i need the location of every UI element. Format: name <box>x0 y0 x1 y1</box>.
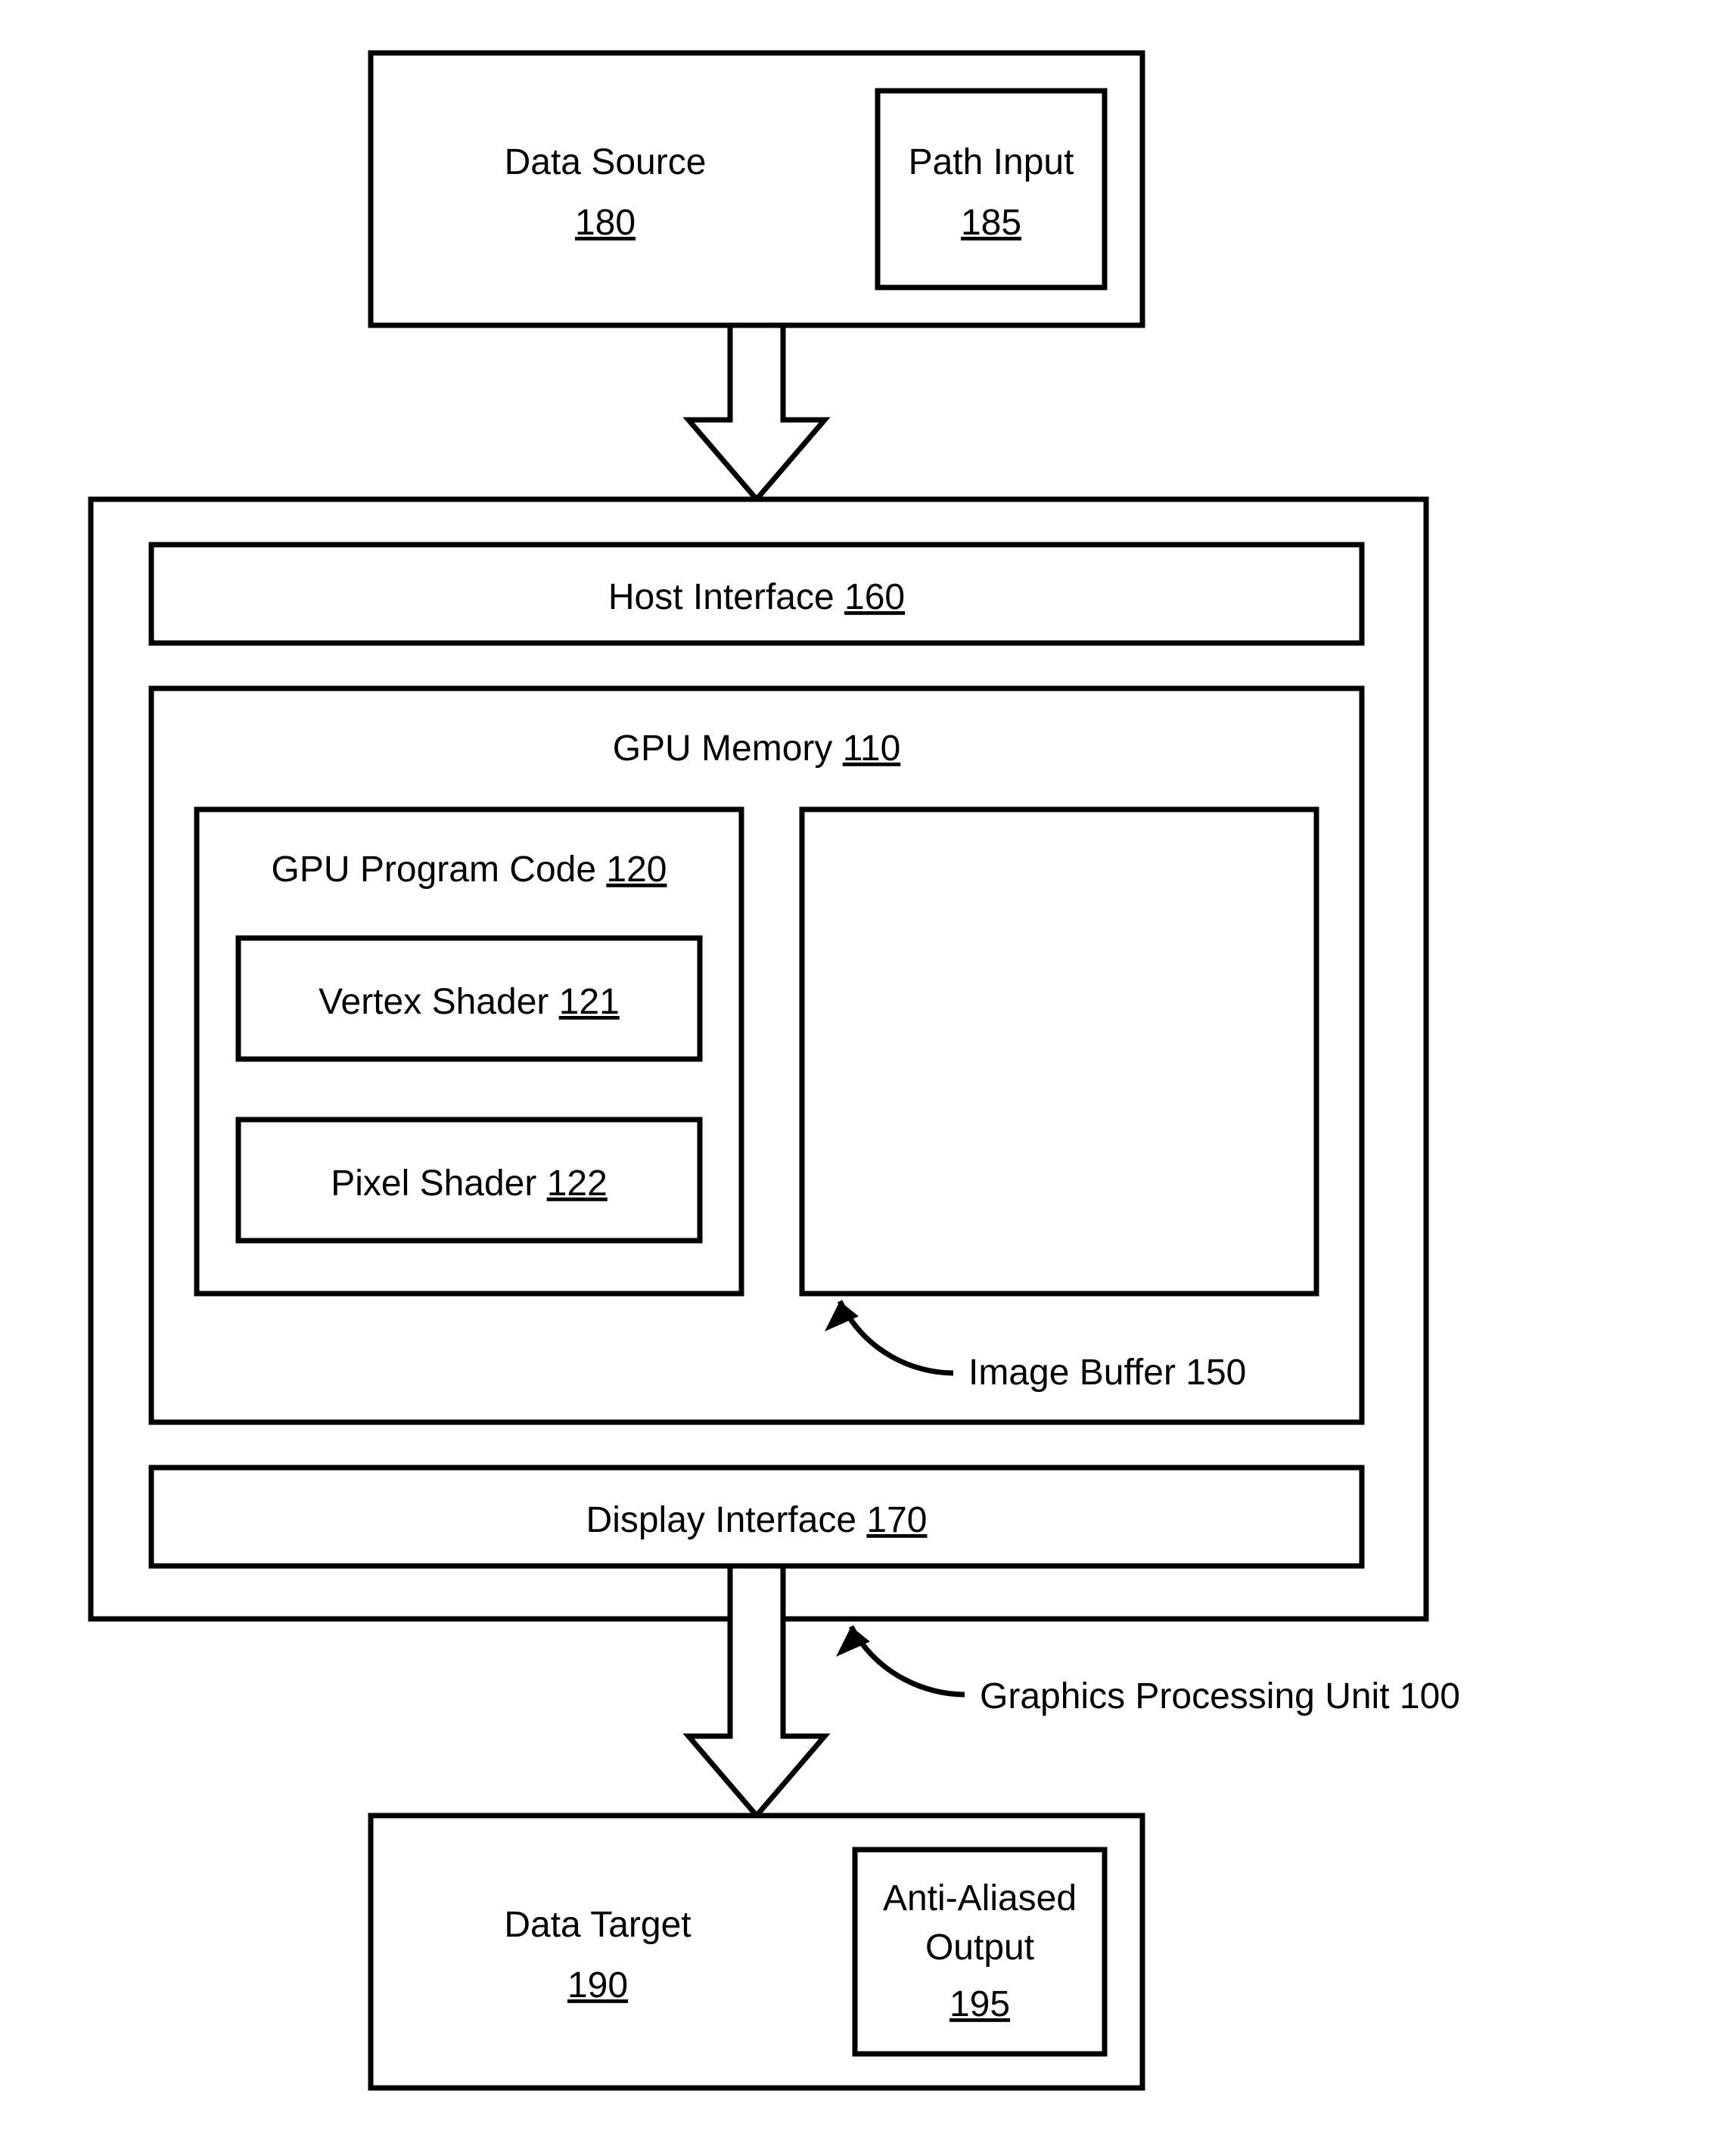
display-interface-box: Display Interface 170 <box>151 1468 1362 1566</box>
anti-aliased-output-box: Anti-Aliased Output 195 <box>855 1850 1105 2054</box>
svg-text:Pixel Shader: Pixel Shader 122 <box>331 1163 608 1204</box>
data-source-box: Path Input 185 Data Source 180 <box>371 53 1142 325</box>
vertex-shader-label: Vertex Shader <box>319 982 549 1022</box>
vertex-shader-box: Vertex Shader 121 <box>238 938 700 1059</box>
gpu-memory-box: GPU Memory 110 GPU Program Code 120 Vert… <box>151 688 1362 1422</box>
path-input-num: 185 <box>961 203 1021 243</box>
aa-output-label2: Output <box>925 1928 1034 1968</box>
gpu-leader <box>851 1626 965 1695</box>
aa-output-num: 195 <box>949 1984 1010 2024</box>
display-interface-num: 170 <box>866 1500 927 1540</box>
gpu-memory-label: GPU Memory <box>613 729 833 769</box>
path-input-label: Path Input <box>909 142 1074 182</box>
gpu-program-code-box: GPU Program Code 120 Vertex Shader 121 <box>197 809 741 1294</box>
pixel-shader-label: Pixel Shader <box>331 1163 536 1204</box>
svg-text:Display Interface: Display Interface 170 <box>586 1500 928 1540</box>
data-source-label: Data Source <box>505 142 707 182</box>
pixel-shader-num: 122 <box>547 1163 608 1204</box>
host-interface-box: Host Interface 160 <box>151 545 1362 643</box>
data-target-num: 190 <box>567 1965 628 2005</box>
aa-output-label1: Anti-Aliased <box>883 1878 1077 1918</box>
arrow-source-to-gpu <box>688 325 825 499</box>
svg-text:GPU Program Code: GPU Program Code 120 <box>272 850 667 890</box>
path-input-box: Path Input 185 <box>878 91 1105 287</box>
vertex-shader-num: 121 <box>559 982 620 1022</box>
pixel-shader-box: Pixel Shader 122 <box>238 1120 700 1241</box>
gpu-program-label: GPU Program Code <box>272 850 597 890</box>
host-interface-label: Host Interface <box>608 577 834 617</box>
data-source-num: 180 <box>575 203 636 243</box>
svg-text:GPU Memory 1: GPU Memory 110 <box>613 729 901 769</box>
svg-text:Host Interface: Host Interface 160 <box>608 577 905 617</box>
gpu-memory-num: 110 <box>843 729 901 769</box>
gpu-leader-head <box>836 1626 870 1657</box>
gpu-unit-label: Graphics Processing Unit 100 <box>980 1676 1460 1716</box>
data-target-box: Anti-Aliased Output 195 Data Target 190 <box>371 1816 1142 2088</box>
display-interface-label: Display Interface <box>586 1500 857 1540</box>
data-target-label: Data Target <box>504 1905 691 1945</box>
svg-text:Vertex Shader: Vertex Shader 121 <box>319 982 620 1022</box>
image-buffer-box <box>802 809 1316 1294</box>
host-interface-num: 160 <box>844 577 905 617</box>
gpu-box: Host Interface 160 GPU Memory 110 GPU Pr… <box>91 499 1426 1619</box>
image-buffer-label: Image Buffer 150 <box>968 1353 1246 1393</box>
gpu-program-num: 120 <box>606 850 667 890</box>
